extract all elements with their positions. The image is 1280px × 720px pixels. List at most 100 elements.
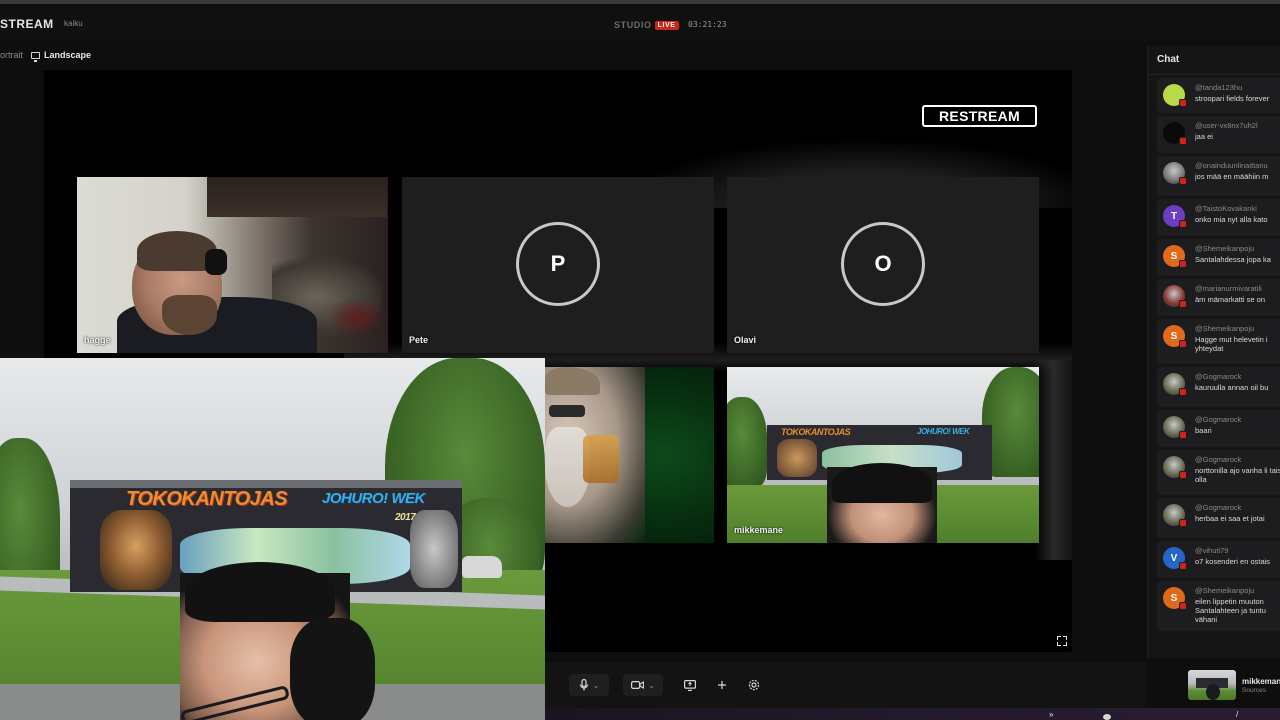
stream-timer: 03:21:23 <box>688 20 727 29</box>
chat-message[interactable]: V @vihuti79 o7 kosenderi en ostais <box>1157 541 1280 578</box>
chat-username[interactable]: @Gogmarock <box>1195 503 1241 512</box>
chat-username[interactable]: @onainduunlinaittanu <box>1195 161 1268 170</box>
participant-tile-guest[interactable] <box>545 367 714 543</box>
user-avatar[interactable]: T <box>1163 205 1187 228</box>
camera-icon <box>631 681 645 690</box>
chat-username[interactable]: @TaistoKovakanki <box>1195 204 1257 213</box>
chat-message[interactable]: S @Shemeikanpoju eilen lippetin muuton San… <box>1157 581 1280 631</box>
person-beard <box>162 295 217 335</box>
avatar-initial: T <box>1170 210 1178 222</box>
gear-icon <box>748 679 760 691</box>
chat-username[interactable]: @Shemeikanpoju <box>1195 324 1254 333</box>
graffiti-text: TOKOKANTOJAS <box>126 488 288 510</box>
slash-icon: / <box>1236 710 1239 719</box>
chat-username[interactable]: @Gogmarock <box>1195 415 1241 424</box>
add-button[interactable] <box>711 674 733 696</box>
fullscreen-icon[interactable] <box>1057 636 1067 646</box>
studio-label: STUDIO <box>614 20 652 30</box>
participant-tile-olavi[interactable]: O Olavi <box>727 177 1039 353</box>
chevron-down-icon[interactable]: ⌄ <box>648 681 655 690</box>
chevron-down-icon[interactable]: ⌄ <box>593 681 600 690</box>
user-avatar[interactable]: V <box>1163 547 1187 570</box>
chat-text: o7 kosenderi en ostais <box>1195 557 1271 566</box>
chat-message[interactable]: T @TaistoKovakanki onko mia nyt alla kato <box>1157 199 1280 236</box>
graffiti-figure <box>410 510 458 588</box>
user-avatar[interactable]: dark <box>1163 122 1187 145</box>
chat-username[interactable]: @Gogmarock <box>1195 455 1241 464</box>
chat-message-list[interactable]: emoji @tanda123hu stroopari fields forever… <box>1148 78 1280 634</box>
channel-name: kaiku <box>64 19 83 28</box>
platform-badge-icon <box>1179 137 1187 145</box>
mic-toggle[interactable]: ⌄ <box>569 674 609 696</box>
chat-username[interactable]: @Gogmarock <box>1195 372 1241 381</box>
chat-text: norttonilla ajo vanha li tais olla <box>1195 466 1280 484</box>
video-trees-left <box>727 397 767 487</box>
screen-share-button[interactable] <box>679 674 701 696</box>
stage-background-glow <box>1034 360 1072 560</box>
participant-tile-hagge[interactable]: hagge <box>77 177 388 353</box>
screen-share-icon <box>684 679 696 691</box>
graffiti-text: TOKOKANTOJAS <box>781 427 851 437</box>
platform-badge-icon <box>1179 340 1187 348</box>
chat-text: Hagge mut helevetin i yhteydat <box>1195 335 1268 353</box>
user-avatar[interactable]: S <box>1163 587 1187 610</box>
chat-text: herbaa ei saa et jotai <box>1195 514 1265 523</box>
chat-username[interactable]: @vihuti79 <box>1195 546 1228 555</box>
graffiti-text-right: JOHURO! WEK <box>917 427 970 436</box>
portrait-option[interactable]: ortrait <box>0 50 23 60</box>
chat-username[interactable]: @marianurmivaratili <box>1195 284 1262 293</box>
double-chevron-icon[interactable]: » <box>1049 710 1053 719</box>
avatar-initial: S <box>1170 330 1178 342</box>
user-avatar[interactable]: photo <box>1163 162 1187 185</box>
chat-message[interactable]: photo @onainduunlinaittanu jos mää en määh… <box>1157 156 1280 196</box>
participant-tile-mikkemane[interactable]: TOKOKANTOJAS JOHURO! WEK mikkemane <box>727 367 1039 543</box>
user-avatar[interactable]: S <box>1163 325 1187 348</box>
chat-message[interactable]: S @Shemeikanpoju Hagge mut helevetin i yht… <box>1157 319 1280 364</box>
user-avatar[interactable]: photo <box>1163 504 1187 527</box>
chat-text: jos mää en määhiin m <box>1195 172 1269 181</box>
divider <box>1148 74 1280 75</box>
avatar-initial: V <box>1170 552 1178 564</box>
sunglasses-icon <box>549 405 585 417</box>
participant-name: Pete <box>409 335 429 345</box>
chat-message[interactable]: photo @Gogmarock norttonilla ajo vanha li … <box>1157 450 1280 495</box>
chat-message[interactable]: photo @Gogmarock kauruulla annan oil bu <box>1157 367 1280 407</box>
chat-text: onko mia nyt alla kato <box>1195 215 1268 224</box>
plus-icon <box>718 681 726 689</box>
chat-message[interactable]: photo @marianurmivaratili äm mämarkatti se… <box>1157 279 1280 316</box>
chat-username[interactable]: @Shemeikanpoju <box>1195 586 1254 595</box>
chat-message[interactable]: dark @user-vx8nx7uh2l jaa ei <box>1157 116 1280 153</box>
chat-message[interactable]: photo @Gogmarock herbaa ei saa et jotai <box>1157 498 1280 538</box>
chat-message[interactable]: emoji @tanda123hu stroopari fields forever <box>1157 78 1280 113</box>
camera-toggle[interactable]: ⌄ <box>623 674 663 696</box>
user-avatar[interactable]: photo <box>1163 456 1187 479</box>
participant-avatar: O <box>841 222 925 306</box>
chat-panel: Chat emoji @tanda123hu stroopari fields fo… <box>1147 46 1280 658</box>
chat-text: baari <box>1195 426 1212 435</box>
participant-avatar: P <box>516 222 600 306</box>
settings-button[interactable] <box>743 674 765 696</box>
user-avatar[interactable]: S <box>1163 245 1187 268</box>
camera-preview-large: TOKOKANTOJAS JOHURO! WEK 2017 <box>0 358 545 720</box>
avatar-initial: S <box>1170 250 1178 262</box>
wall-roof <box>70 480 462 488</box>
participant-tile-pete[interactable]: P Pete <box>402 177 714 353</box>
user-avatar[interactable]: photo <box>1163 416 1187 439</box>
landscape-option[interactable]: Landscape <box>31 50 91 62</box>
platform-badge-icon <box>1179 519 1187 527</box>
live-badge: LIVE <box>654 20 679 30</box>
chat-message[interactable]: photo @Gogmarock baari <box>1157 410 1280 447</box>
brand-logo[interactable]: STREAM <box>0 17 54 31</box>
chat-username[interactable]: @user-vx8nx7uh2l <box>1195 121 1258 130</box>
chat-username[interactable]: @Shemeikanpoju <box>1195 244 1254 253</box>
video-object <box>327 297 387 337</box>
thumbnail-person <box>1206 684 1220 700</box>
self-preview-thumbnail[interactable] <box>1188 670 1236 700</box>
glass-icon <box>583 435 619 483</box>
chat-message[interactable]: S @Shemeikanpoju Santalahdessa jopa ka <box>1157 239 1280 276</box>
chat-title: Chat <box>1157 54 1180 65</box>
chat-username[interactable]: @tanda123hu <box>1195 83 1242 92</box>
user-avatar[interactable]: emoji <box>1163 84 1187 107</box>
user-avatar[interactable]: photo <box>1163 373 1187 396</box>
user-avatar[interactable]: photo <box>1163 285 1187 308</box>
